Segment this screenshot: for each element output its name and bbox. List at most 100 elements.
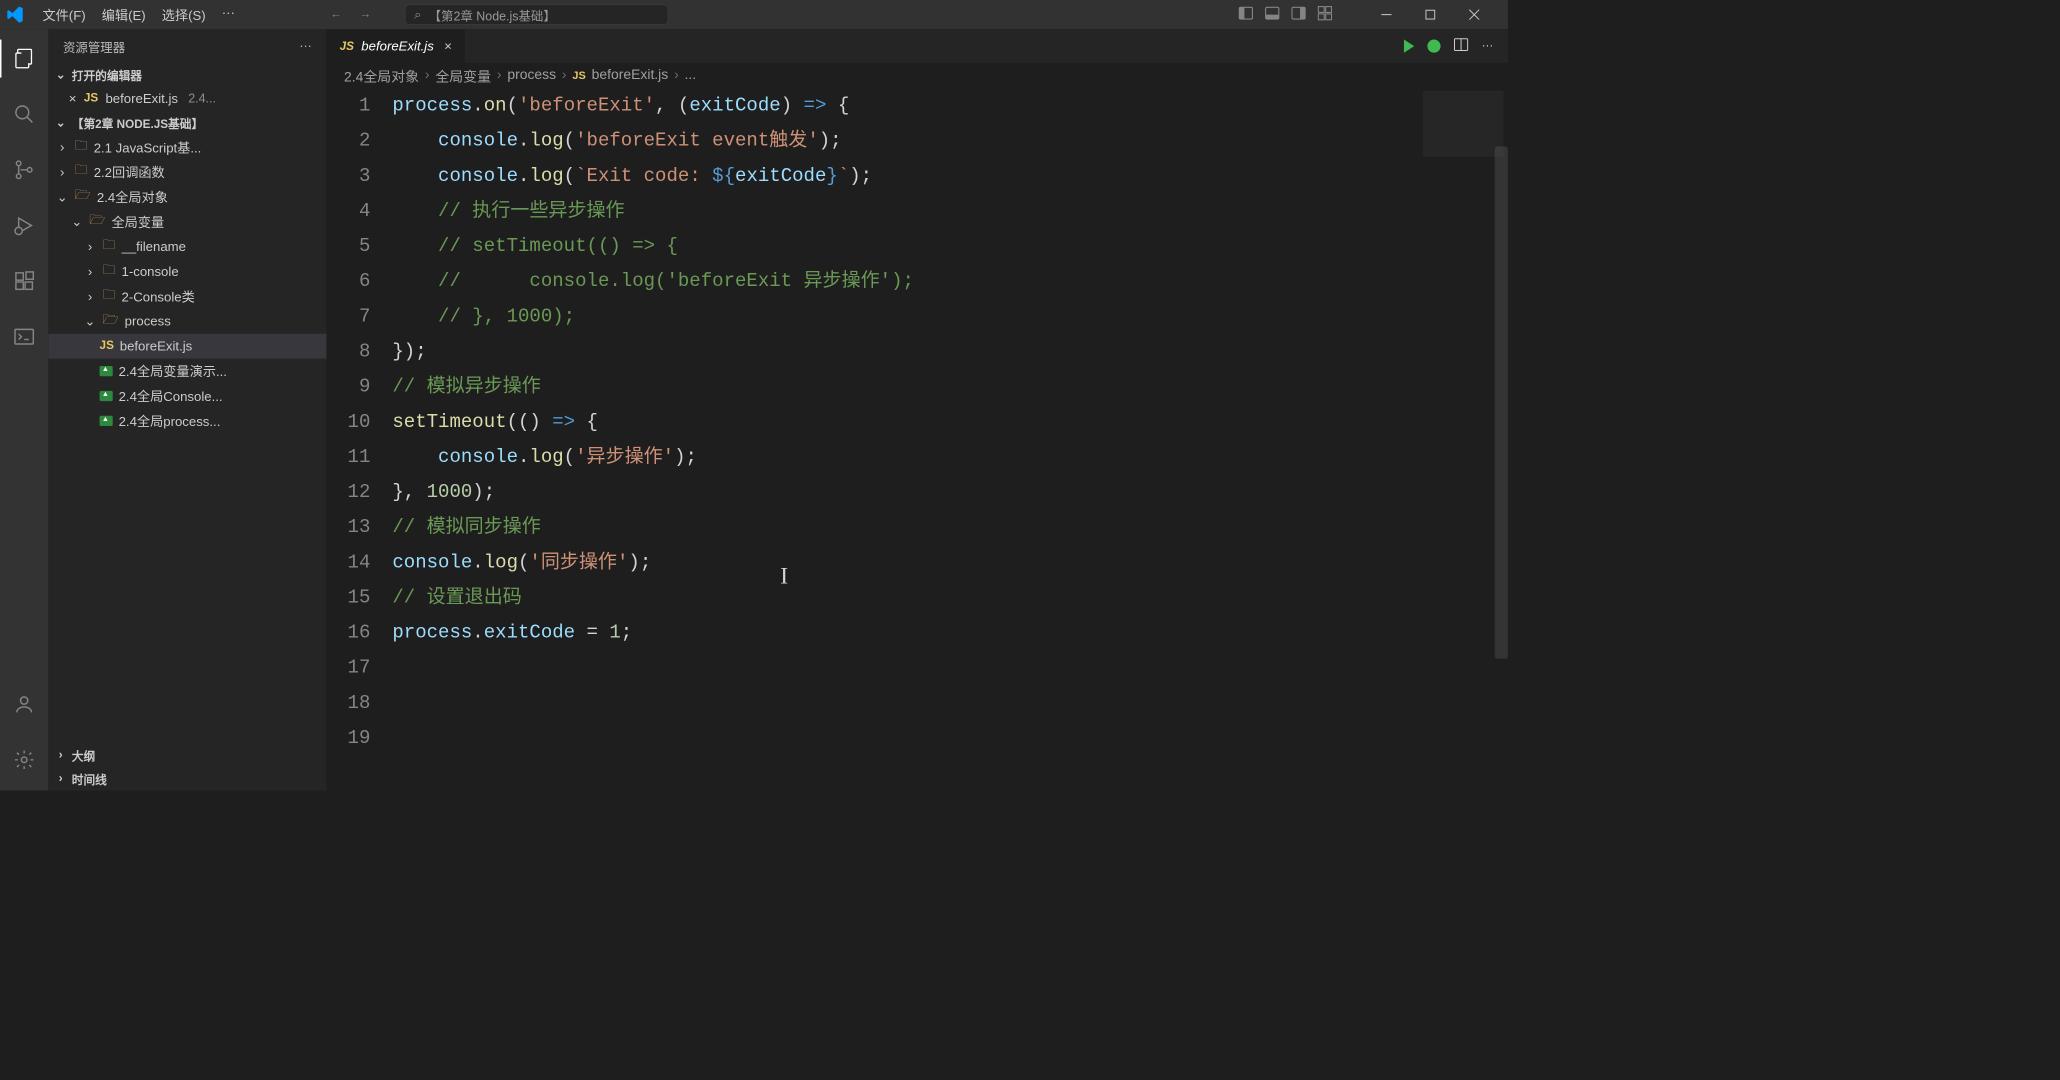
activity-terminal[interactable] xyxy=(0,318,48,356)
chevron-right-icon: › xyxy=(56,164,69,179)
menu-bar: 文件(F) 编辑(E) 选择(S) ··· xyxy=(35,2,242,27)
nav-forward-icon[interactable]: → xyxy=(359,8,371,21)
maximize-button[interactable] xyxy=(1408,0,1452,29)
code-content[interactable]: process.on('beforeExit', (exitCode) => {… xyxy=(392,88,1508,791)
open-editors-label: 打开的编辑器 xyxy=(72,66,142,84)
workspace-header[interactable]: ⌄ 【第2章 NODE.JS基础】 xyxy=(48,111,326,134)
split-editor-icon[interactable] xyxy=(1454,37,1469,55)
tree-folder[interactable]: › 🗀 1-console xyxy=(48,259,326,284)
folder-open-icon: 🗁 xyxy=(102,310,118,332)
menu-file[interactable]: 文件(F) xyxy=(35,2,93,27)
editor-tabbar: JS beforeExit.js × ··· xyxy=(326,29,1507,63)
chevron-right-icon: › xyxy=(54,772,67,785)
menu-edit[interactable]: 编辑(E) xyxy=(94,2,153,27)
open-editor-file[interactable]: × JS beforeExit.js 2.4... xyxy=(48,86,326,111)
folder-icon: 🗀 xyxy=(102,261,115,283)
tree-folder[interactable]: › 🗀 2-Console类 xyxy=(48,284,326,309)
sidebar-explorer: 资源管理器 ··· ⌄ 打开的编辑器 × JS beforeExit.js 2.… xyxy=(48,29,326,790)
toggle-panel-right-icon[interactable] xyxy=(1291,5,1306,23)
folder-open-icon: 🗁 xyxy=(75,186,91,208)
tree-folder[interactable]: ›🗀2.1 JavaScript基... xyxy=(48,135,326,160)
tree-label: 全局变量 xyxy=(112,212,165,231)
js-file-icon: JS xyxy=(340,40,354,53)
toggle-panel-bottom-icon[interactable] xyxy=(1265,5,1280,23)
tree-file[interactable]: 2.4全局process... xyxy=(48,408,326,433)
chevron-down-icon: ⌄ xyxy=(54,67,67,82)
breadcrumb[interactable]: 2.4全局对象› 全局变量› process› JS beforeExit.js… xyxy=(326,63,1507,88)
tree-label: process xyxy=(125,314,171,329)
folder-icon: 🗀 xyxy=(75,161,88,183)
chevron-right-icon: › xyxy=(83,264,96,279)
folder-icon: 🗀 xyxy=(102,236,115,258)
timeline-label: 时间线 xyxy=(72,770,107,788)
more-actions-icon[interactable]: ··· xyxy=(1482,40,1494,53)
activity-explorer[interactable] xyxy=(0,40,48,78)
tree-folder[interactable]: ⌄ 🗁 process xyxy=(48,309,326,334)
tree-folder[interactable]: › 🗀 2.2回调函数 xyxy=(48,160,326,185)
js-file-icon: JS xyxy=(100,340,114,353)
tree-label: 1-console xyxy=(122,264,179,279)
tree-file[interactable]: 2.4全局Console... xyxy=(48,384,326,409)
close-button[interactable] xyxy=(1452,0,1496,29)
breadcrumb-item[interactable]: process xyxy=(507,67,556,83)
js-file-icon: JS xyxy=(84,92,98,105)
open-editors-header[interactable]: ⌄ 打开的编辑器 xyxy=(48,63,326,86)
minimap[interactable] xyxy=(1423,91,1504,157)
image-file-icon xyxy=(100,366,113,376)
activity-search[interactable] xyxy=(0,95,48,133)
tree-label: 2.4全局process... xyxy=(119,411,221,430)
chevron-down-icon: ⌄ xyxy=(56,189,69,204)
breadcrumb-item[interactable]: beforeExit.js xyxy=(592,67,669,83)
sidebar-more-icon[interactable]: ··· xyxy=(299,39,311,54)
tree-file-active[interactable]: JSbeforeExit.js xyxy=(48,334,326,359)
activity-run-debug[interactable] xyxy=(0,206,48,244)
outline-section[interactable]: ›大纲 xyxy=(48,744,326,767)
chevron-right-icon: › xyxy=(83,239,96,254)
tree-label: 2.2回调函数 xyxy=(94,163,165,182)
command-center-search[interactable]: ⌕ 【第2章 Node.js基础】 xyxy=(405,4,669,24)
breadcrumb-item[interactable]: 全局变量 xyxy=(435,66,491,86)
nav-back-icon[interactable]: ← xyxy=(330,8,342,21)
customize-layout-icon[interactable] xyxy=(1318,5,1333,23)
breadcrumb-item[interactable]: 2.4全局对象 xyxy=(344,66,419,86)
tree-file[interactable]: 2.4全局变量演示... xyxy=(48,359,326,384)
debug-run-icon[interactable] xyxy=(1427,40,1440,53)
vertical-scrollbar[interactable] xyxy=(1495,146,1508,658)
menu-more[interactable]: ··· xyxy=(214,2,242,27)
activity-source-control[interactable] xyxy=(0,151,48,189)
open-file-name: beforeExit.js xyxy=(105,91,178,106)
tree-label: 2.4全局对象 xyxy=(97,187,168,206)
tree-label: 2.4全局Console... xyxy=(119,386,223,405)
activity-account[interactable] xyxy=(0,685,48,723)
search-icon: ⌕ xyxy=(414,7,421,22)
timeline-section[interactable]: › 时间线 xyxy=(48,767,326,790)
chevron-right-icon: › xyxy=(83,289,96,304)
vscode-logo-icon xyxy=(6,6,24,24)
outline-label: 大纲 xyxy=(72,747,95,765)
menu-selection[interactable]: 选择(S) xyxy=(154,2,213,27)
tree-folder[interactable]: ›🗀__filename xyxy=(48,234,326,259)
activity-extensions[interactable] xyxy=(0,262,48,300)
code-editor[interactable]: 123 456 789 101112 131415 161718 19 proc… xyxy=(326,88,1507,791)
breadcrumb-item[interactable]: ... xyxy=(685,67,697,83)
tree-label: 2-Console类 xyxy=(122,287,195,306)
folder-open-icon: 🗁 xyxy=(89,211,105,233)
activity-settings[interactable] xyxy=(0,741,48,779)
close-editor-icon[interactable]: × xyxy=(69,91,77,106)
tree-label: 2.1 JavaScript基... xyxy=(94,138,202,157)
folder-icon: 🗀 xyxy=(102,285,115,307)
text-cursor-icon: I xyxy=(780,558,788,593)
editor-tab-active[interactable]: JS beforeExit.js × xyxy=(326,29,464,63)
run-icon[interactable] xyxy=(1404,40,1414,53)
tree-folder[interactable]: ⌄🗁全局变量 xyxy=(48,209,326,234)
chevron-down-icon: ⌄ xyxy=(83,314,96,329)
image-file-icon xyxy=(100,391,113,401)
close-tab-icon[interactable]: × xyxy=(444,39,452,54)
minimize-button[interactable] xyxy=(1364,0,1408,29)
image-file-icon xyxy=(100,416,113,426)
line-gutter: 123 456 789 101112 131415 161718 19 xyxy=(326,88,392,791)
tab-filename: beforeExit.js xyxy=(361,39,434,54)
nav-arrows: ← → xyxy=(330,8,371,21)
tree-folder[interactable]: ⌄ 🗁 2.4全局对象 xyxy=(48,184,326,209)
toggle-panel-left-icon[interactable] xyxy=(1239,5,1254,23)
